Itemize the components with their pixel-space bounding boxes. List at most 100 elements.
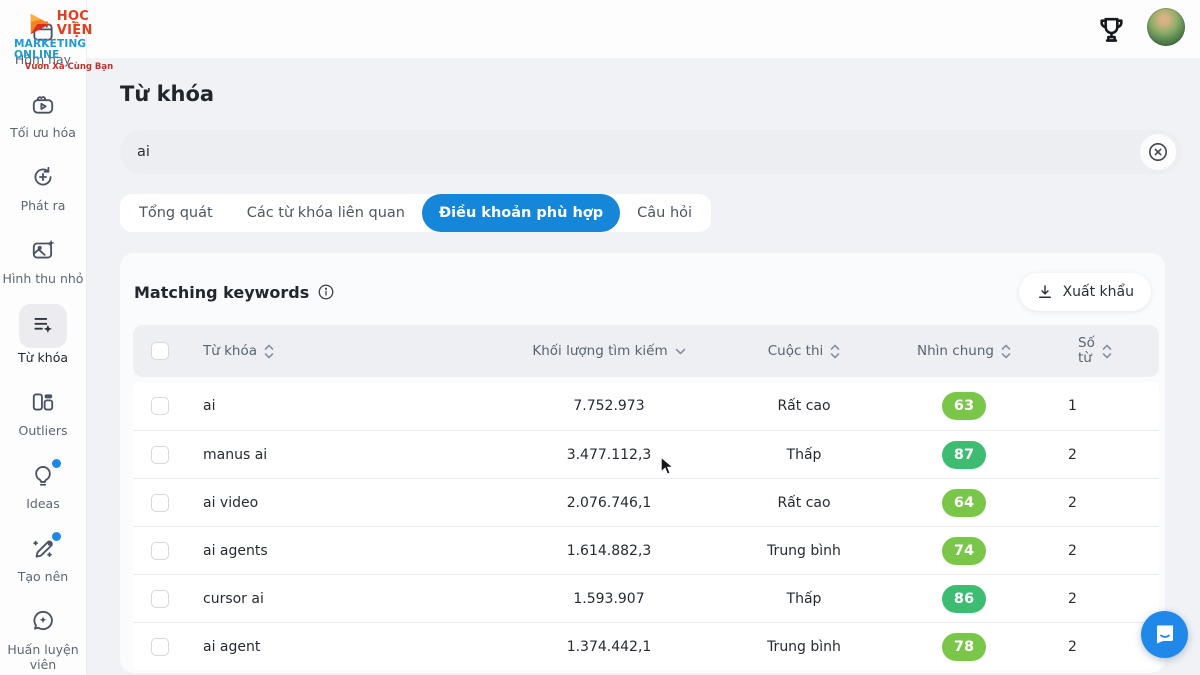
competition-cell: Thấp xyxy=(714,591,894,607)
keyword-cell: ai agent xyxy=(185,639,504,655)
overall-score-badge: 78 xyxy=(942,633,986,661)
notification-dot xyxy=(52,532,61,541)
logo-tagline: Vươn Xa Cùng Bạn xyxy=(14,63,124,72)
keyword-cell: ai agents xyxy=(185,543,504,559)
download-icon xyxy=(1036,283,1054,301)
app-logo: HỌC VIỆN MARKETING ONLINE Vươn Xa Cùng B… xyxy=(14,10,124,72)
column-label: Từ khóa xyxy=(203,343,257,359)
keyword-list-icon xyxy=(19,304,67,348)
word-count-cell: 2 xyxy=(1034,447,1159,463)
column-header-keyword[interactable]: Từ khóa xyxy=(185,343,504,359)
table-row[interactable]: ai agent 1.374.442,1 Trung bình 78 2 xyxy=(133,622,1159,670)
sort-updown-icon xyxy=(830,344,840,359)
word-count-cell: 2 xyxy=(1034,543,1159,559)
page-title: Từ khóa xyxy=(120,82,1182,106)
row-checkbox[interactable] xyxy=(151,494,169,512)
overall-score-badge: 63 xyxy=(942,392,986,420)
tab-bar: Tổng quát Các từ khóa liên quan Điều kho… xyxy=(120,194,711,232)
competition-cell: Rất cao xyxy=(714,495,894,511)
column-label: Nhìn chung xyxy=(917,343,994,359)
sidebar-item-thumbnails[interactable]: Hình thu nhỏ xyxy=(0,237,86,286)
sidebar-item-publish[interactable]: Phát ra xyxy=(0,164,86,213)
competition-cell: Thấp xyxy=(714,447,894,463)
sort-down-icon xyxy=(675,348,686,355)
sidebar-item-label: Ideas xyxy=(26,496,59,511)
column-label: Cuộc thi xyxy=(768,343,824,359)
pencil-sparkle-icon xyxy=(30,535,56,561)
column-label: Khối lượng tìm kiếm xyxy=(532,343,667,359)
sidebar-item-label: Phát ra xyxy=(21,198,66,213)
sidebar-item-create[interactable]: Tạo nên xyxy=(0,535,86,584)
column-label: từ xyxy=(1078,351,1095,366)
word-count-cell: 2 xyxy=(1034,591,1159,607)
row-checkbox[interactable] xyxy=(151,542,169,560)
tab-questions[interactable]: Câu hỏi xyxy=(620,194,709,232)
competition-cell: Trung bình xyxy=(714,639,894,655)
table-row[interactable]: ai video 2.076.746,1 Rất cao 64 2 xyxy=(133,478,1159,526)
competition-cell: Trung bình xyxy=(714,543,894,559)
sort-updown-icon xyxy=(264,344,274,359)
tab-related-keywords[interactable]: Các từ khóa liên quan xyxy=(230,194,422,232)
sidebar-item-label: Tạo nên xyxy=(18,569,68,584)
volume-cell: 1.614.882,3 xyxy=(504,543,714,559)
grid-panels-icon xyxy=(30,389,56,415)
sort-updown-icon xyxy=(1001,344,1011,359)
overall-score-badge: 64 xyxy=(942,489,986,517)
sort-updown-icon xyxy=(1102,344,1112,359)
sidebar-item-label: Tối ưu hóa xyxy=(10,125,76,140)
sidebar-item-coach[interactable]: Huấn luyện viên xyxy=(0,608,86,672)
word-count-cell: 2 xyxy=(1034,495,1159,511)
row-checkbox[interactable] xyxy=(151,397,169,415)
select-all-checkbox[interactable] xyxy=(151,342,169,360)
row-checkbox[interactable] xyxy=(151,446,169,464)
column-header-word-count[interactable]: Số từ xyxy=(1034,336,1159,366)
lightbulb-icon xyxy=(30,462,56,488)
tab-matching-terms[interactable]: Điều khoản phù hợp xyxy=(422,194,620,232)
clear-search-button[interactable] xyxy=(1140,134,1176,170)
logo-title: HỌC VIỆN xyxy=(57,10,124,37)
table-row[interactable]: manus ai 3.477.112,3 Thấp 87 2 xyxy=(133,430,1159,478)
table-body: ai 7.752.973 Rất cao 63 1 manus ai 3.477… xyxy=(133,382,1159,670)
column-header-search-volume[interactable]: Khối lượng tìm kiếm xyxy=(504,343,714,359)
column-label: Số xyxy=(1078,336,1095,351)
keyword-cell: ai video xyxy=(185,495,504,511)
column-header-competition[interactable]: Cuộc thi xyxy=(714,343,894,359)
table-row[interactable]: ai agents 1.614.882,3 Trung bình 74 2 xyxy=(133,526,1159,574)
competition-cell: Rất cao xyxy=(714,398,894,414)
sidebar-item-label: Huấn luyện viên xyxy=(2,642,84,672)
overall-score-badge: 86 xyxy=(942,585,986,613)
keyword-cell: ai xyxy=(185,398,504,414)
card-title: Matching keywords xyxy=(134,283,309,302)
sidebar-item-optimize[interactable]: Tối ưu hóa xyxy=(0,91,86,140)
volume-cell: 7.752.973 xyxy=(504,398,714,414)
export-button[interactable]: Xuất khẩu xyxy=(1019,273,1151,311)
overall-score-badge: 74 xyxy=(942,537,986,565)
table-row[interactable]: cursor ai 1.593.907 Thấp 86 2 xyxy=(133,574,1159,622)
trophy-icon[interactable] xyxy=(1093,11,1129,47)
close-icon xyxy=(1146,140,1170,164)
image-sparkle-icon xyxy=(30,237,56,263)
main-content: Từ khóa ai Tổng quát Các từ khóa liên qu… xyxy=(87,58,1200,675)
volume-cell: 1.374.442,1 xyxy=(504,639,714,655)
volume-cell: 3.477.112,3 xyxy=(504,447,714,463)
keyword-cell: manus ai xyxy=(185,447,504,463)
keyword-search-input[interactable]: ai xyxy=(120,130,1182,174)
user-avatar[interactable] xyxy=(1147,8,1185,46)
video-optimize-icon xyxy=(30,91,56,117)
keyword-cell: cursor ai xyxy=(185,591,504,607)
word-count-cell: 2 xyxy=(1034,639,1159,655)
sidebar-item-outliers[interactable]: Outliers xyxy=(0,389,86,438)
table-header: Từ khóa Khối lượng tìm kiếm Cuộc thi Nhì… xyxy=(133,325,1159,377)
sidebar-item-ideas[interactable]: Ideas xyxy=(0,462,86,511)
tab-overview[interactable]: Tổng quát xyxy=(122,194,230,232)
sidebar-item-keywords[interactable]: Từ khóa xyxy=(0,310,86,365)
notification-dot xyxy=(52,459,61,468)
table-row[interactable]: ai 7.752.973 Rất cao 63 1 xyxy=(133,382,1159,430)
row-checkbox[interactable] xyxy=(151,638,169,656)
matching-keywords-card: Matching keywords Xuất khẩu Từ khóa xyxy=(120,253,1165,673)
info-icon[interactable] xyxy=(317,283,335,301)
row-checkbox[interactable] xyxy=(151,590,169,608)
sidebar-item-label: Từ khóa xyxy=(18,350,68,365)
column-header-overall[interactable]: Nhìn chung xyxy=(894,343,1034,359)
chat-launcher-button[interactable] xyxy=(1141,611,1188,658)
